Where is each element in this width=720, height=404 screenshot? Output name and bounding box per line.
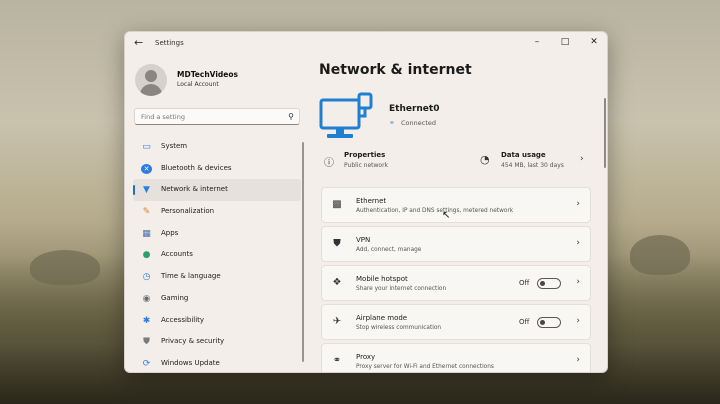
- toggle-knob: [540, 281, 545, 286]
- data-usage-icon[interactable]: ◔: [480, 153, 490, 166]
- properties-link[interactable]: Properties: [344, 151, 385, 159]
- sidebar-scrollbar[interactable]: [302, 142, 304, 362]
- vpn-card[interactable]: ⛊ VPN Add, connect, manage ›: [321, 226, 591, 262]
- adapter-name: Ethernet0: [389, 104, 440, 114]
- search-box[interactable]: ⚲: [134, 108, 300, 125]
- brush-icon: ✎: [142, 207, 151, 218]
- back-arrow-icon[interactable]: ←: [134, 37, 146, 49]
- page-title: Network & internet: [319, 62, 472, 78]
- globe-clock-icon: ◷: [142, 272, 151, 283]
- mouse-cursor-icon: ↖: [442, 210, 451, 221]
- sidebar-item-label: Personalization: [161, 207, 215, 216]
- sidebar-nav: ▭ System ✕ Bluetooth & devices ▼ Network…: [133, 136, 301, 372]
- sidebar-item-label: Bluetooth & devices: [161, 163, 232, 172]
- toggle-state: Off: [519, 279, 530, 287]
- airplane-toggle[interactable]: [537, 317, 561, 328]
- sidebar-item-privacy[interactable]: ⛊ Privacy & security: [133, 331, 301, 353]
- chevron-right-icon: ›: [576, 238, 580, 248]
- person-icon: ●: [142, 250, 151, 261]
- account-type: Local Account: [177, 81, 219, 88]
- vpn-shield-icon: ⛊: [333, 238, 341, 249]
- sidebar-item-network[interactable]: ▼ Network & internet: [133, 179, 301, 202]
- sidebar-item-label: Network & internet: [161, 185, 228, 194]
- proxy-card[interactable]: ⚭ Proxy Proxy server for Wi-Fi and Ether…: [321, 343, 591, 372]
- sidebar-item-accessibility[interactable]: ✱ Accessibility: [133, 310, 301, 332]
- sidebar-item-label: Apps: [161, 228, 179, 237]
- chevron-right-icon: ›: [576, 316, 580, 326]
- maximize-icon[interactable]: □: [557, 35, 573, 49]
- adapter-status: Connected: [401, 119, 437, 127]
- sidebar-item-gaming[interactable]: ◉ Gaming: [133, 288, 301, 310]
- sidebar-item-label: System: [161, 142, 188, 150]
- airplane-icon: ✈: [332, 316, 342, 327]
- main-scrollbar[interactable]: [604, 98, 606, 168]
- sidebar-item-windows-update[interactable]: ⟳ Windows Update: [133, 353, 301, 372]
- sidebar-item-label: Accounts: [161, 250, 193, 259]
- card-title: Proxy: [356, 353, 376, 361]
- window-title: Settings: [155, 39, 184, 47]
- card-title: Mobile hotspot: [356, 275, 408, 283]
- card-subtitle: Stop wireless communication: [356, 325, 442, 331]
- sidebar-item-accounts[interactable]: ● Accounts: [133, 244, 301, 266]
- sidebar-item-system[interactable]: ▭ System: [133, 136, 301, 158]
- toggle-knob: [540, 320, 545, 325]
- close-icon[interactable]: ✕: [586, 35, 602, 49]
- chevron-right-icon: ›: [576, 277, 580, 287]
- sidebar-item-bluetooth[interactable]: ✕ Bluetooth & devices: [133, 158, 301, 180]
- chevron-right-icon: ›: [576, 199, 580, 209]
- card-subtitle: Share your internet connection: [356, 286, 447, 292]
- data-usage-amount: 454 MB, last 30 days: [501, 162, 564, 169]
- sidebar-item-personalization[interactable]: ✎ Personalization: [133, 201, 301, 223]
- card-subtitle: Proxy server for Wi-Fi and Ethernet conn…: [356, 364, 494, 370]
- globe-icon: ⚭: [389, 119, 395, 127]
- info-icon[interactable]: ⓘ: [324, 154, 334, 169]
- hotspot-toggle[interactable]: [537, 278, 561, 289]
- bluetooth-icon: ✕: [141, 163, 152, 174]
- ethernet-icon: ▩: [332, 199, 342, 210]
- search-icon[interactable]: ⚲: [288, 112, 294, 122]
- sync-icon: ⟳: [142, 358, 151, 369]
- avatar-body: [140, 84, 162, 96]
- mobile-hotspot-card[interactable]: ❖ Mobile hotspot Share your internet con…: [321, 265, 591, 301]
- sidebar-item-label: Windows Update: [161, 358, 220, 367]
- monitor-icon: ▭: [142, 142, 151, 152]
- card-title: VPN: [356, 236, 371, 244]
- card-title: Airplane mode: [356, 314, 408, 322]
- sidebar-item-label: Gaming: [161, 293, 189, 302]
- background-tree: [30, 250, 100, 285]
- sidebar-item-label: Accessibility: [161, 315, 205, 324]
- sidebar-item-time-language[interactable]: ◷ Time & language: [133, 266, 301, 288]
- card-subtitle: Add, connect, manage: [356, 247, 422, 253]
- search-input[interactable]: [141, 111, 281, 122]
- toggle-state: Off: [519, 318, 530, 326]
- chevron-right-icon: ›: [576, 355, 580, 365]
- apps-icon: ▦: [142, 228, 151, 239]
- card-subtitle: Authentication, IP and DNS settings, met…: [356, 208, 514, 214]
- background-tree: [630, 235, 690, 275]
- title-bar: ← Settings – □ ✕: [125, 32, 607, 54]
- sidebar-item-label: Privacy & security: [161, 337, 225, 346]
- ethernet-computer-icon: [319, 92, 373, 138]
- sidebar-item-label: Time & language: [161, 272, 221, 281]
- gamepad-icon: ◉: [142, 293, 151, 304]
- airplane-mode-card[interactable]: ✈ Airplane mode Stop wireless communicat…: [321, 304, 591, 340]
- globe-icon: ⚭: [332, 355, 342, 366]
- user-name: MDTechVideos: [177, 70, 238, 79]
- settings-window: ← Settings – □ ✕ MDTechVideos Local Acco…: [124, 31, 608, 373]
- avatar[interactable]: [135, 64, 167, 96]
- wifi-icon: ▼: [143, 185, 150, 196]
- card-title: Ethernet: [356, 197, 387, 205]
- hotspot-icon: ❖: [332, 277, 342, 288]
- ethernet-card[interactable]: ▩ Ethernet Authentication, IP and DNS se…: [321, 187, 591, 223]
- avatar-head: [145, 70, 157, 82]
- minimize-icon[interactable]: –: [529, 35, 545, 49]
- sidebar-item-apps[interactable]: ▦ Apps: [133, 223, 301, 245]
- network-type: Public network: [344, 162, 389, 169]
- data-usage-link[interactable]: Data usage: [501, 151, 546, 159]
- accessibility-icon: ✱: [142, 315, 151, 326]
- chevron-right-icon[interactable]: ›: [580, 154, 584, 164]
- shield-icon: ⛊: [143, 337, 150, 348]
